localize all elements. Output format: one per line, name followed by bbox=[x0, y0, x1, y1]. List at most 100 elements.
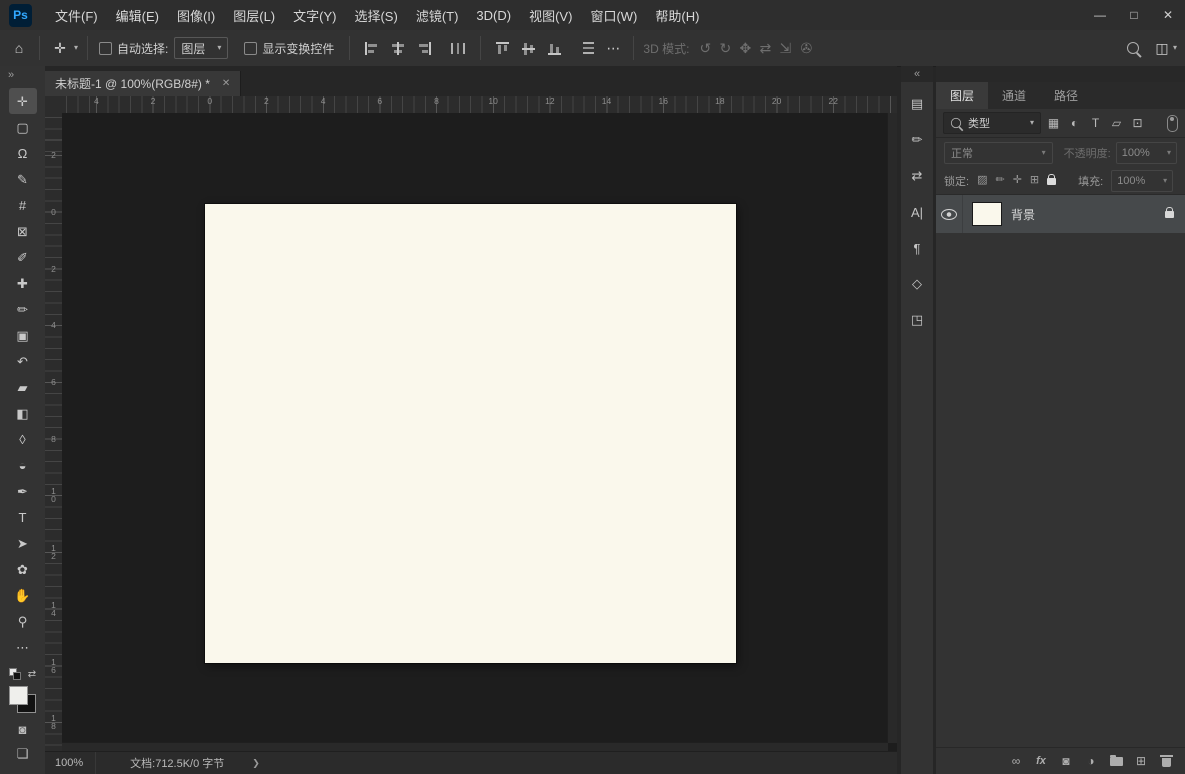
dodge-tool[interactable]: ◒ bbox=[9, 452, 37, 478]
brush-settings-panel-icon[interactable]: ✏ bbox=[904, 127, 930, 153]
blend-mode-dropdown[interactable]: 正常 ▾ bbox=[944, 142, 1053, 164]
type-layer-filter-icon[interactable]: T bbox=[1086, 113, 1105, 133]
document-tab[interactable]: 未标题-1 @ 100%(RGB/8#) * ✕ bbox=[45, 71, 241, 96]
type-tool[interactable]: T bbox=[9, 504, 37, 530]
menu-item[interactable]: 帮助(H) bbox=[646, 0, 708, 30]
3d-drag-icon[interactable]: ✥ bbox=[735, 40, 755, 57]
home-icon[interactable]: ⌂ bbox=[8, 40, 30, 56]
menu-item[interactable]: 选择(S) bbox=[345, 0, 406, 30]
filter-type-dropdown[interactable]: 类型 ▾ bbox=[943, 112, 1041, 134]
path-selection-tool[interactable]: ➤ bbox=[9, 530, 37, 556]
link-layers-icon[interactable]: ∞ bbox=[1009, 755, 1023, 767]
layer-style-icon[interactable]: fx bbox=[1034, 756, 1048, 767]
layer-visibility-toggle[interactable] bbox=[936, 195, 963, 233]
chevron-down-icon[interactable]: ▾ bbox=[1173, 44, 1177, 52]
close-button[interactable]: ✕ bbox=[1151, 0, 1185, 30]
move-tool[interactable]: ✛ bbox=[9, 88, 37, 114]
foreground-color-swatch[interactable] bbox=[9, 686, 28, 705]
lock-position-icon[interactable]: ✛ bbox=[1013, 175, 1022, 186]
canvas[interactable] bbox=[205, 204, 736, 663]
pixel-layer-filter-icon[interactable]: ▦ bbox=[1044, 113, 1063, 133]
menu-item[interactable]: 文件(F) bbox=[46, 0, 107, 30]
align-left-icon[interactable] bbox=[365, 42, 379, 55]
clone-source-panel-icon[interactable]: ⇄ bbox=[904, 163, 930, 189]
status-options-chevron-icon[interactable]: ❯ bbox=[252, 758, 260, 769]
workspace-switcher-icon[interactable]: ◫ bbox=[1151, 40, 1173, 57]
layer-locked-icon[interactable] bbox=[1165, 205, 1174, 223]
default-colors-icon[interactable] bbox=[9, 668, 21, 680]
more-align-options-icon[interactable]: ⋯ bbox=[606, 40, 620, 57]
distribute-vertical-icon[interactable] bbox=[582, 42, 596, 55]
history-brush-tool[interactable]: ↶ bbox=[9, 348, 37, 374]
3d-panel-icon[interactable]: ◇ bbox=[904, 271, 930, 297]
custom-shape-tool[interactable]: ✿ bbox=[9, 556, 37, 582]
lock-image-pixels-icon[interactable]: ✏ bbox=[995, 175, 1004, 186]
menu-item[interactable]: 编辑(E) bbox=[107, 0, 168, 30]
distribute-horizontal-icon[interactable] bbox=[451, 42, 465, 55]
lock-artboard-icon[interactable]: ⊞ bbox=[1030, 175, 1039, 186]
minimize-button[interactable]: — bbox=[1083, 0, 1117, 30]
brush-tool[interactable]: ✏ bbox=[9, 296, 37, 322]
3d-slide-icon[interactable]: ⇄ bbox=[755, 40, 775, 57]
auto-select-target-dropdown[interactable]: 图层 ▾ bbox=[174, 37, 228, 59]
maximize-button[interactable]: □ bbox=[1117, 0, 1151, 30]
close-tab-icon[interactable]: ✕ bbox=[222, 78, 230, 89]
frame-tool[interactable]: ⊠ bbox=[9, 218, 37, 244]
collapse-tools-icon[interactable]: » bbox=[0, 66, 45, 84]
align-horizontal-centers-icon[interactable] bbox=[391, 42, 405, 55]
paragraph-panel-icon[interactable]: ¶ bbox=[904, 235, 930, 261]
rectangular-marquee-tool[interactable]: ▢ bbox=[9, 114, 37, 140]
align-right-icon[interactable] bbox=[417, 42, 431, 55]
ruler-origin-corner[interactable] bbox=[45, 96, 63, 114]
smart-object-filter-icon[interactable]: ⊡ bbox=[1128, 113, 1147, 133]
menu-item[interactable]: 窗口(W) bbox=[581, 0, 646, 30]
3d-camera-icon[interactable]: ✇ bbox=[795, 40, 817, 57]
align-bottom-icon[interactable] bbox=[548, 42, 562, 55]
adjustment-layer-filter-icon[interactable]: ◐ bbox=[1065, 113, 1084, 133]
quick-selection-tool[interactable]: ✎ bbox=[9, 166, 37, 192]
delete-layer-icon[interactable] bbox=[1159, 754, 1173, 769]
vertical-scrollbar[interactable] bbox=[887, 113, 897, 743]
show-transform-checkbox[interactable] bbox=[244, 42, 257, 55]
add-layer-mask-icon[interactable]: ◙ bbox=[1059, 755, 1073, 767]
eyedropper-tool[interactable]: ✐ bbox=[9, 244, 37, 270]
canvas-viewport[interactable] bbox=[62, 113, 897, 752]
menu-item[interactable]: 图层(L) bbox=[224, 0, 284, 30]
layer-thumbnail[interactable] bbox=[972, 202, 1002, 226]
lock-transparent-pixels-icon[interactable]: ▨ bbox=[977, 175, 987, 186]
3d-roll-icon[interactable]: ↻ bbox=[715, 40, 735, 57]
edit-toolbar-icon[interactable]: ⋯ bbox=[9, 634, 37, 660]
shape-layer-filter-icon[interactable]: ▱ bbox=[1107, 113, 1126, 133]
tab-layers[interactable]: 图层 bbox=[936, 82, 988, 109]
filter-toggle-switch[interactable] bbox=[1167, 115, 1178, 132]
zoom-tool[interactable]: ⚲ bbox=[9, 608, 37, 634]
align-vertical-centers-icon[interactable] bbox=[522, 42, 536, 55]
new-group-icon[interactable] bbox=[1109, 754, 1123, 768]
layer-row-background[interactable]: 背景 bbox=[936, 195, 1185, 233]
gradient-tool[interactable]: ◧ bbox=[9, 400, 37, 426]
character-panel-icon[interactable]: A| bbox=[904, 199, 930, 225]
3d-rotate-icon[interactable]: ↺ bbox=[695, 40, 715, 57]
new-adjustment-layer-icon[interactable]: ◑ bbox=[1084, 755, 1098, 767]
menu-item[interactable]: 3D(D) bbox=[467, 0, 520, 30]
tab-paths[interactable]: 路径 bbox=[1040, 82, 1092, 109]
screen-mode-icon[interactable]: ❏ bbox=[17, 746, 29, 762]
zoom-level-field[interactable]: 100% bbox=[45, 752, 96, 774]
photoshop-logo[interactable]: Ps bbox=[9, 4, 32, 27]
properties-panel-icon[interactable]: ◳ bbox=[904, 307, 930, 333]
menu-item[interactable]: 文字(Y) bbox=[284, 0, 345, 30]
quick-mask-icon[interactable]: ◙ bbox=[19, 722, 27, 737]
lasso-tool[interactable]: Ω bbox=[9, 140, 37, 166]
healing-brush-tool[interactable]: ✚ bbox=[9, 270, 37, 296]
fill-dropdown[interactable]: 100% ▾ bbox=[1111, 170, 1173, 192]
menu-item[interactable]: 图像(I) bbox=[168, 0, 224, 30]
auto-select-checkbox[interactable] bbox=[99, 42, 112, 55]
menu-item[interactable]: 视图(V) bbox=[520, 0, 581, 30]
hand-tool[interactable]: ✋ bbox=[9, 582, 37, 608]
opacity-dropdown[interactable]: 100% ▾ bbox=[1116, 142, 1177, 164]
clone-stamp-tool[interactable]: ▣ bbox=[9, 322, 37, 348]
eraser-tool[interactable]: ▰ bbox=[9, 374, 37, 400]
swap-colors-icon[interactable]: ⇄ bbox=[28, 669, 36, 680]
tab-channels[interactable]: 通道 bbox=[988, 82, 1040, 109]
tool-preset-picker[interactable]: ✛ ▾ bbox=[49, 40, 78, 57]
